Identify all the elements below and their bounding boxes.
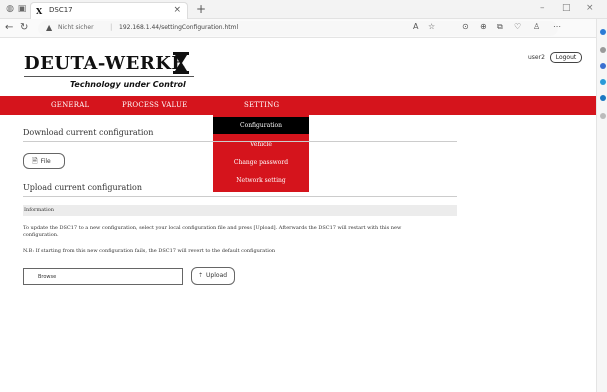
information-title: Information	[24, 207, 55, 213]
more-menu-icon[interactable]: ⋯	[553, 22, 561, 31]
file-download-button[interactable]: 🗎 File	[23, 153, 65, 169]
add-icon[interactable]	[600, 113, 606, 119]
maximize-icon[interactable]: □	[562, 3, 571, 13]
workspaces-icon[interactable]: ◍	[5, 4, 15, 14]
username-label: user2	[528, 54, 545, 61]
collections-icon[interactable]: ⧉	[497, 22, 503, 32]
browser-essentials-icon[interactable]: ♡	[514, 22, 521, 31]
file-browse-input[interactable]: Browse	[23, 268, 183, 285]
edge-sidebar	[596, 19, 607, 392]
upload-button[interactable]: ⇡ Upload	[191, 267, 235, 285]
file-button-label: File	[40, 158, 51, 165]
deuta-logo: DEUTA-WERKE	[24, 52, 204, 98]
tab-actions-icon[interactable]: ▣	[17, 4, 27, 14]
upload-icon: ⇡	[198, 272, 204, 279]
url-separator: |	[110, 23, 113, 31]
read-aloud-icon[interactable]: A	[413, 22, 418, 31]
browser-tab[interactable]: Ⅹ DSC17 ×	[30, 2, 188, 19]
url-text[interactable]: 192.168.1.44/settingConfiguration.html	[119, 24, 238, 31]
search-icon[interactable]	[600, 47, 606, 53]
dropdown-vehicle[interactable]: Vehicle	[213, 136, 309, 153]
deuta-hourglass-icon	[173, 52, 189, 74]
section-divider	[23, 196, 457, 197]
office-icon[interactable]	[600, 95, 606, 101]
dropdown-network-setting[interactable]: Network setting	[213, 172, 309, 189]
not-secure-label: Nicht sicher	[58, 24, 94, 31]
upload-section-title: Upload current configuration	[23, 183, 142, 192]
section-divider	[23, 141, 457, 142]
file-icon: 🗎	[32, 157, 38, 165]
profile-icon[interactable]: ♙	[533, 22, 540, 31]
upload-button-label: Upload	[206, 272, 228, 279]
info-paragraph: To update the DSC17 to a new configurati…	[23, 225, 402, 238]
dropdown-configuration[interactable]: Configuration	[213, 117, 309, 134]
minimize-icon[interactable]: –	[540, 3, 545, 13]
dropdown-change-password[interactable]: Change password	[213, 154, 309, 171]
logo-underline	[24, 76, 194, 77]
browse-label: Browse	[38, 274, 57, 280]
note-paragraph: N.B: If starting from this new configura…	[23, 248, 276, 254]
back-icon[interactable]: ←	[5, 22, 13, 33]
setting-dropdown: Configuration Vehicle Change password Ne…	[213, 115, 309, 192]
address-toolbar: ← ↻ ▲ Nicht sicher | 192.168.1.44/settin…	[0, 19, 607, 38]
logout-button[interactable]: Logout	[550, 52, 582, 63]
information-header: Information	[23, 205, 457, 216]
tab-title: DSC17	[49, 6, 73, 14]
favorite-star-icon[interactable]: ☆	[428, 22, 435, 31]
close-tab-icon[interactable]: ×	[173, 5, 181, 15]
browser-tab-strip: ◍ ▣ Ⅹ DSC17 × + – □ ×	[0, 0, 607, 19]
deuta-favicon-icon: Ⅹ	[36, 6, 43, 16]
extension-icon[interactable]: ⊙	[462, 22, 469, 31]
close-window-icon[interactable]: ×	[586, 3, 594, 13]
logo-wordmark: DEUTA-WERKE	[24, 53, 186, 74]
menu-process-value[interactable]: PROCESS VALUE	[122, 101, 187, 109]
new-tab-button[interactable]: +	[196, 2, 206, 16]
warning-icon[interactable]: ▲	[46, 23, 52, 32]
outlook-icon[interactable]	[600, 79, 606, 85]
download-section-title: Download current configuration	[23, 128, 154, 137]
copilot-icon[interactable]	[600, 29, 606, 35]
logo-tagline: Technology under Control	[70, 80, 186, 89]
refresh-icon[interactable]: ↻	[20, 22, 28, 33]
split-screen-icon[interactable]: ⊕	[480, 22, 487, 31]
tools-icon[interactable]	[600, 63, 606, 69]
menu-setting[interactable]: SETTING	[244, 101, 279, 109]
main-menu: GENERAL PROCESS VALUE SETTING	[0, 96, 596, 115]
menu-general[interactable]: GENERAL	[51, 101, 89, 109]
